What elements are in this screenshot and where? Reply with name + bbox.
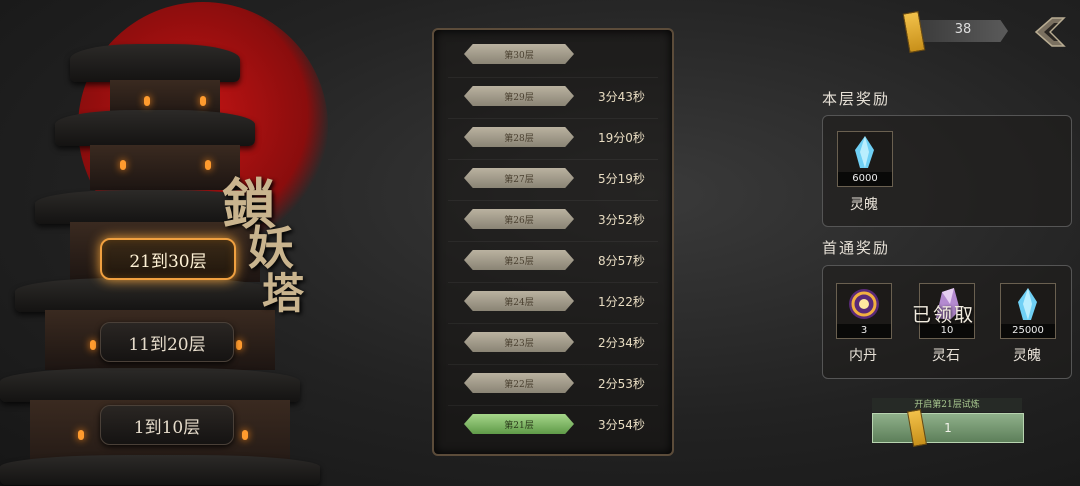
back-arrow-icon[interactable] bbox=[1032, 14, 1068, 50]
floor-clear-time: 3分54秒 bbox=[598, 418, 645, 432]
floor-row: 第29层 3分43秒 bbox=[448, 77, 658, 114]
floor-row: 第30层 bbox=[448, 36, 658, 72]
reward-count: 6000 bbox=[838, 172, 892, 186]
reward-item[interactable]: 6000 bbox=[837, 131, 893, 187]
tower-title: 鎖 妖 塔 bbox=[218, 160, 318, 318]
floor-row: 第22层 2分53秒 bbox=[448, 364, 658, 401]
floor-clear-time: 19分0秒 bbox=[598, 131, 645, 145]
title-char-3: 塔 bbox=[262, 269, 305, 318]
claimed-stamp: 已领取 bbox=[912, 304, 976, 326]
range-label: 21到30层 bbox=[129, 251, 207, 272]
floor-button-22[interactable]: 第22层 bbox=[464, 373, 574, 393]
blue-crystal-icon bbox=[1018, 288, 1037, 320]
floor-clear-time: 5分19秒 bbox=[598, 172, 645, 186]
floor-button-25[interactable]: 第25层 bbox=[464, 250, 574, 270]
floor-row: 第26层 3分52秒 bbox=[448, 200, 658, 237]
floor-clear-time: 8分57秒 bbox=[598, 254, 645, 268]
first-clear-reward-title: 首通奖励 bbox=[822, 239, 891, 257]
start-challenge-button[interactable]: 1 bbox=[872, 413, 1024, 443]
range-button-11-20[interactable]: 11到20层 bbox=[100, 322, 234, 362]
reward-name: 灵石 bbox=[932, 348, 960, 364]
talisman-icon bbox=[902, 10, 926, 54]
floor-button-26[interactable]: 第26层 bbox=[464, 209, 574, 229]
range-label: 1到10层 bbox=[133, 417, 201, 438]
floor-row: 第23层 2分34秒 bbox=[448, 323, 658, 360]
floor-button-24[interactable]: 第24层 bbox=[464, 291, 574, 311]
floor-clear-time: 2分53秒 bbox=[598, 377, 645, 391]
floor-row: 第25层 8分57秒 bbox=[448, 241, 658, 278]
reward-count: 25000 bbox=[1001, 324, 1055, 338]
floor-button-23[interactable]: 第23层 bbox=[464, 332, 574, 352]
floor-button-28[interactable]: 第28层 bbox=[464, 127, 574, 147]
floor-button-29[interactable]: 第29层 bbox=[464, 86, 574, 106]
floor-reward-title: 本层奖励 bbox=[822, 90, 891, 108]
start-cost: 1 bbox=[944, 421, 952, 435]
floor-button-21[interactable]: 第21层 bbox=[464, 414, 574, 434]
reward-name: 灵魄 bbox=[1013, 348, 1041, 364]
floor-row: 第27层 5分19秒 bbox=[448, 159, 658, 196]
reward-name: 内丹 bbox=[849, 348, 877, 364]
currency-value: 38 bbox=[954, 22, 972, 37]
floor-button-27[interactable]: 第27层 bbox=[464, 168, 574, 188]
floor-clear-time: 3分43秒 bbox=[598, 90, 645, 104]
floor-clear-time: 3分52秒 bbox=[598, 213, 645, 227]
floor-row: 第24层 1分22秒 bbox=[448, 282, 658, 319]
range-button-21-30[interactable]: 21到30层 bbox=[100, 238, 236, 280]
floor-clear-time: 1分22秒 bbox=[598, 295, 645, 309]
start-challenge-label: 开启第21层试炼 bbox=[872, 398, 1022, 412]
floor-button-30[interactable]: 第30层 bbox=[464, 44, 574, 64]
floor-clear-time: 2分34秒 bbox=[598, 336, 645, 350]
floor-row: 第21层 3分54秒 bbox=[448, 405, 658, 442]
reward-count: 3 bbox=[837, 324, 891, 338]
reward-name: 灵魄 bbox=[850, 197, 878, 213]
glowing-orb-icon bbox=[849, 289, 879, 319]
range-button-1-10[interactable]: 1到10层 bbox=[100, 405, 234, 445]
floor-row: 第28层 19分0秒 bbox=[448, 118, 658, 155]
blue-crystal-icon bbox=[855, 136, 874, 168]
reward-item[interactable]: 25000 bbox=[1000, 283, 1056, 339]
reward-item[interactable]: 3 bbox=[836, 283, 892, 339]
range-label: 11到20层 bbox=[128, 334, 206, 355]
